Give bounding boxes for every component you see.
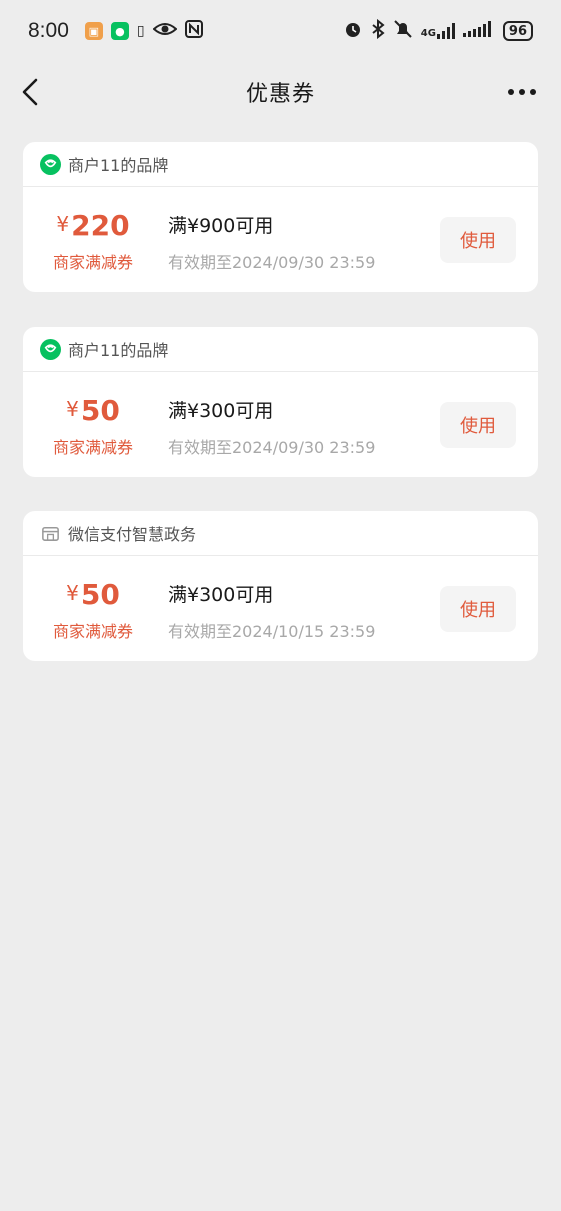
status-left: 8:00 ▣ ● ▯ (28, 19, 203, 43)
coupon-card: 商户11的品牌 ¥50 商家满减券 满¥300可用 有效期至2024/09/30… (23, 327, 538, 477)
more-dots-icon (508, 89, 536, 95)
store-icon (42, 526, 59, 541)
coupon-condition: 满¥900可用 (168, 215, 274, 237)
brand-name: 商户11的品牌 (68, 341, 169, 360)
signal-icon (462, 21, 495, 41)
coupon-amount: ¥50 (43, 578, 143, 611)
more-button[interactable] (507, 82, 537, 102)
currency-symbol: ¥ (56, 212, 70, 236)
amount-value: 50 (80, 578, 120, 611)
nfc-icon (184, 20, 203, 42)
use-button[interactable]: 使用 (440, 402, 516, 448)
status-right: 4G 96 (343, 18, 533, 43)
signal-4g-icon: 4G (421, 23, 455, 39)
bluetooth-icon (371, 18, 385, 43)
coupon-card: 微信支付智慧政务 ¥50 商家满减券 满¥300可用 有效期至2024/10/1… (23, 511, 538, 661)
back-button[interactable] (18, 76, 48, 108)
wechat-notification-icon: ● (110, 22, 129, 40)
coupon-amount: ¥220 (43, 209, 143, 242)
amount-value: 220 (71, 209, 130, 242)
status-bar: 8:00 ▣ ● ▯ 4G 96 (0, 0, 561, 62)
wechat-pay-icon (40, 338, 61, 360)
coupon-type: 商家满减券 (52, 253, 133, 272)
eye-icon (152, 21, 178, 41)
use-button[interactable]: 使用 (440, 217, 516, 263)
coupon-type: 商家满减券 (52, 622, 133, 641)
coupon-condition: 满¥300可用 (168, 584, 274, 606)
amount-value: 50 (80, 394, 120, 427)
coupon-type: 商家满减券 (52, 438, 133, 457)
coupon-card: 商户11的品牌 ¥220 商家满减券 满¥900可用 有效期至2024/09/3… (23, 142, 538, 292)
page-title: 优惠券 (245, 82, 315, 107)
wechat-pay-icon (40, 153, 61, 175)
coupon-body: ¥220 商家满减券 满¥900可用 有效期至2024/09/30 23:59 … (23, 187, 538, 292)
coupon-header: 商户11的品牌 (23, 327, 538, 372)
coupon-header: 商户11的品牌 (23, 142, 538, 187)
use-button[interactable]: 使用 (440, 586, 516, 632)
vibrate-icon: ▯ (136, 23, 145, 39)
coupon-condition: 满¥300可用 (168, 400, 274, 422)
coupon-validity: 有效期至2024/09/30 23:59 (168, 438, 376, 457)
status-time: 8:00 (28, 19, 69, 42)
alarm-icon (343, 19, 363, 43)
battery-indicator: 96 (502, 21, 533, 41)
coupon-validity: 有效期至2024/10/15 23:59 (168, 622, 376, 641)
coupon-validity: 有效期至2024/09/30 23:59 (168, 253, 376, 272)
app-notification-icon: ▣ (84, 22, 103, 40)
currency-symbol: ¥ (66, 397, 79, 421)
coupon-body: ¥50 商家满减券 满¥300可用 有效期至2024/10/15 23:59 使… (23, 556, 538, 661)
mute-bell-icon (393, 19, 413, 43)
coupon-body: ¥50 商家满减券 满¥300可用 有效期至2024/09/30 23:59 使… (23, 372, 538, 477)
brand-name: 商户11的品牌 (68, 156, 169, 175)
back-arrow-icon (22, 78, 38, 106)
coupon-amount: ¥50 (43, 394, 143, 427)
nav-bar: 优惠券 (0, 62, 561, 122)
brand-name: 微信支付智慧政务 (68, 525, 197, 544)
network-type-label: 4G (420, 28, 436, 39)
coupon-header: 微信支付智慧政务 (23, 511, 538, 556)
currency-symbol: ¥ (66, 581, 79, 605)
